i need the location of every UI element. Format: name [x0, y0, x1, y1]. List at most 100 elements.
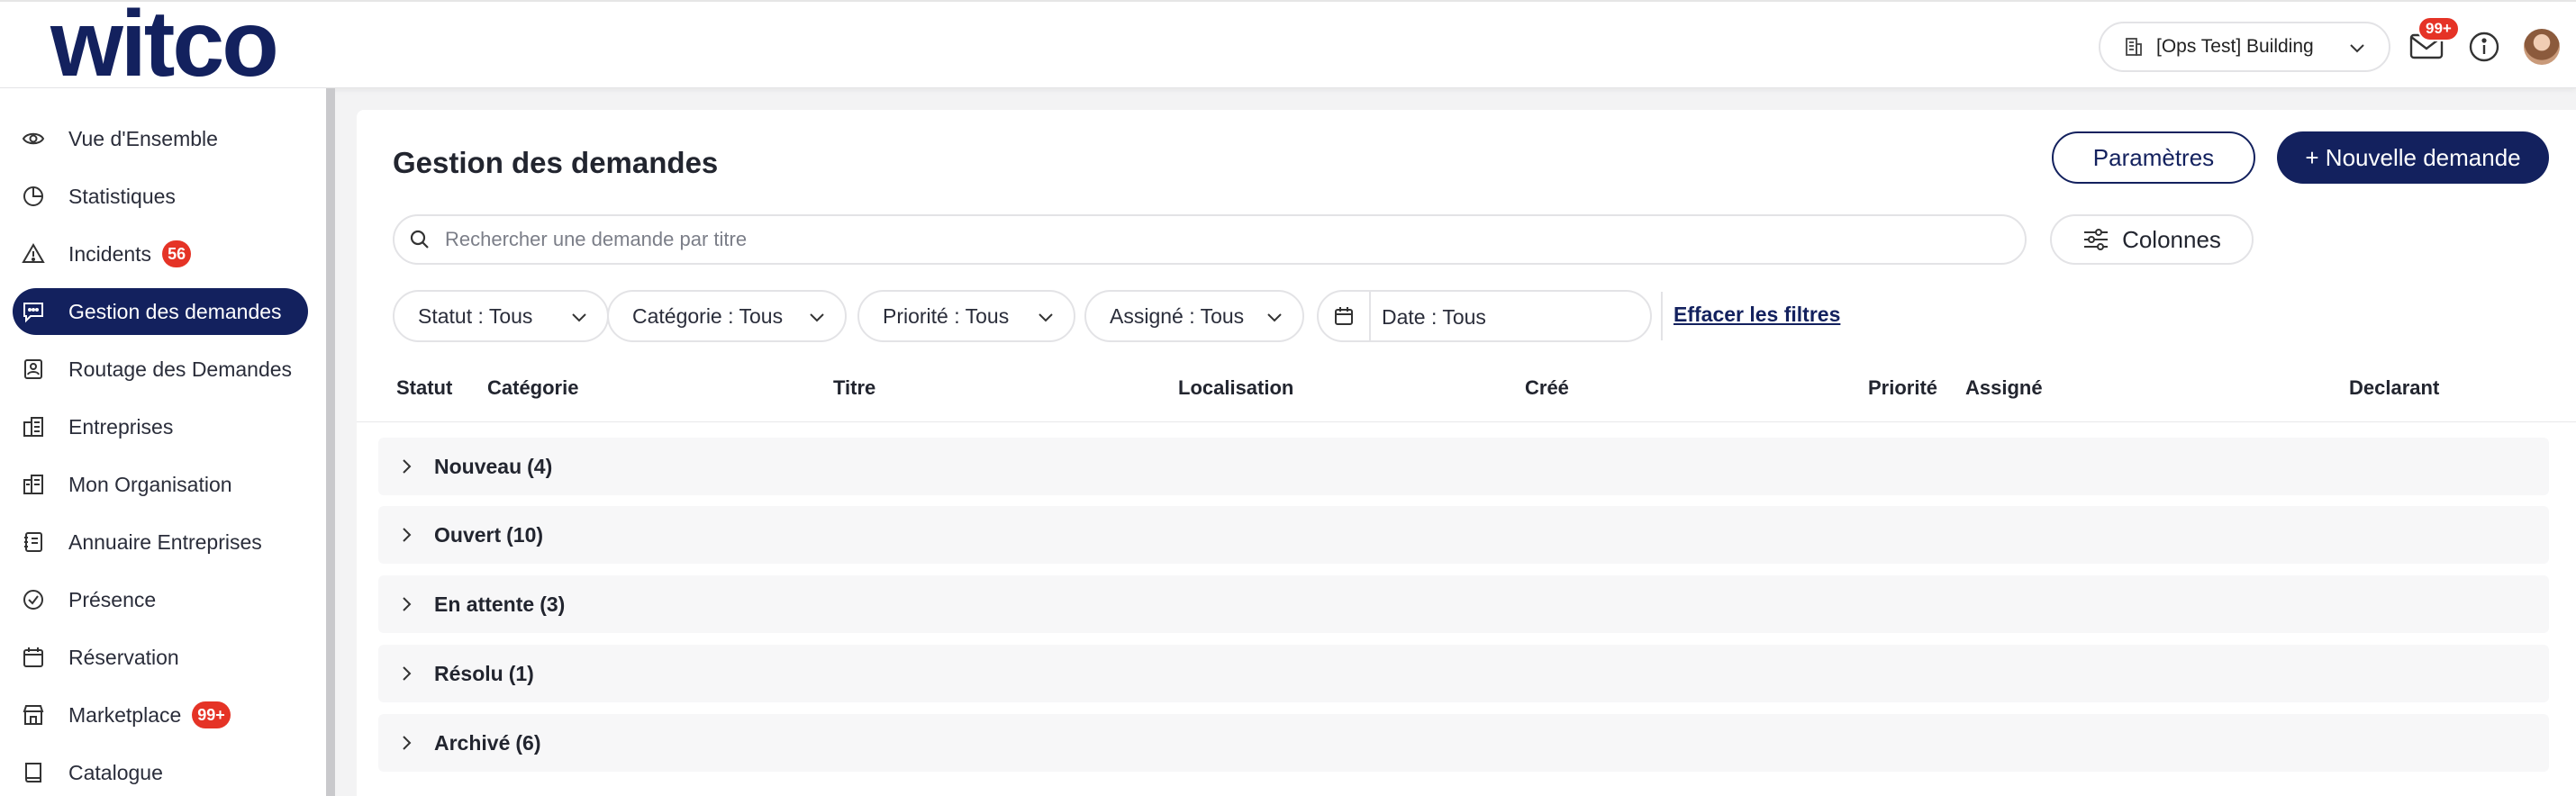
group-count: (10): [506, 522, 544, 547]
columns-button[interactable]: Colonnes: [2050, 214, 2254, 265]
sidebar: Vue d'Ensemble Statistiques Incidents 56…: [0, 88, 326, 796]
group-row-resolu[interactable]: Résolu (1): [378, 645, 2549, 702]
column-header-priorite[interactable]: Priorité: [1868, 376, 1937, 400]
group-label: En attente: [434, 592, 535, 616]
building-select-label: [Ops Test] Building: [2156, 36, 2314, 57]
sidebar-item-vue-ensemble[interactable]: Vue d'Ensemble: [13, 115, 308, 162]
parametres-button[interactable]: Paramètres: [2052, 131, 2255, 184]
assigned-filter-label: Assigné : Tous: [1110, 303, 1245, 328]
witco-logo[interactable]: witco: [50, 0, 279, 91]
group-label: Ouvert: [434, 522, 502, 547]
routing-icon: [22, 357, 45, 381]
sidebar-item-reservation[interactable]: Réservation: [13, 634, 308, 681]
sidebar-item-label: Incidents: [68, 241, 152, 266]
chevron-down-icon: [569, 307, 589, 327]
filter-divider: [1661, 292, 1663, 340]
sidebar-item-label: Marketplace: [68, 702, 182, 727]
group-row-archive[interactable]: Archivé (6): [378, 714, 2549, 772]
book-icon: [22, 761, 45, 784]
column-header-statut[interactable]: Statut: [396, 376, 452, 400]
sidebar-item-label: Entreprises: [68, 414, 174, 439]
clear-filters-link[interactable]: Effacer les filtres: [1673, 303, 1840, 327]
priority-filter[interactable]: Priorité : Tous: [857, 290, 1075, 342]
chevron-right-icon: [396, 733, 416, 753]
assigned-filter[interactable]: Assigné : Tous: [1084, 290, 1304, 342]
warning-icon: [22, 242, 45, 266]
column-header-localisation[interactable]: Localisation: [1178, 376, 1293, 400]
status-filter[interactable]: Statut : Tous: [393, 290, 609, 342]
sidebar-item-label: Statistiques: [68, 184, 176, 208]
building-select[interactable]: [Ops Test] Building: [2099, 22, 2390, 72]
main-panel: Gestion des demandes Paramètres + Nouvel…: [357, 110, 2576, 796]
sidebar-item-label: Mon Organisation: [68, 472, 232, 496]
search-input[interactable]: Rechercher une demande par titre: [393, 214, 2027, 265]
search-icon: [409, 229, 431, 250]
eye-icon: [22, 127, 45, 150]
group-row-ouvert[interactable]: Ouvert (10): [378, 506, 2549, 564]
sidebar-item-gestion-demandes[interactable]: Gestion des demandes: [13, 288, 308, 335]
sidebar-item-presence[interactable]: Présence: [13, 576, 308, 623]
chevron-right-icon: [396, 664, 416, 683]
chevron-down-icon: [807, 307, 827, 327]
category-filter[interactable]: Catégorie : Tous: [607, 290, 847, 342]
new-request-button[interactable]: + Nouvelle demande: [2277, 131, 2549, 184]
category-filter-label: Catégorie : Tous: [632, 303, 784, 328]
chevron-right-icon: [396, 594, 416, 614]
message-icon: [22, 300, 45, 323]
chevron-right-icon: [396, 457, 416, 476]
column-header-categorie[interactable]: Catégorie: [487, 376, 578, 400]
column-header-assigne[interactable]: Assigné: [1965, 376, 2043, 400]
sidebar-item-label: Gestion des demandes: [68, 299, 282, 323]
sidebar-item-incidents[interactable]: Incidents 56: [13, 231, 308, 277]
sidebar-item-entreprises[interactable]: Entreprises: [13, 403, 308, 450]
date-filter-label: Date : Tous: [1382, 305, 1486, 329]
organisation-icon: [22, 473, 45, 496]
sidebar-item-statistiques[interactable]: Statistiques: [13, 173, 308, 220]
group-row-nouveau[interactable]: Nouveau (4): [378, 438, 2549, 495]
building-icon: [22, 415, 45, 439]
chevron-down-icon: [2347, 38, 2367, 58]
columns-button-label: Colonnes: [2122, 225, 2221, 253]
status-filter-label: Statut : Tous: [418, 303, 533, 328]
sidebar-item-label: Réservation: [68, 645, 179, 669]
page-title: Gestion des demandes: [393, 146, 719, 179]
sidebar-item-mon-organisation[interactable]: Mon Organisation: [13, 461, 308, 508]
calendar-icon: [22, 646, 45, 669]
group-row-en-attente[interactable]: En attente (3): [378, 575, 2549, 633]
group-count: (6): [515, 730, 541, 755]
info-icon[interactable]: [2468, 31, 2500, 63]
calendar-icon: [1319, 292, 1371, 340]
incidents-count-badge: 56: [162, 240, 192, 267]
column-header-cree[interactable]: Créé: [1525, 376, 1569, 400]
chevron-down-icon: [1036, 307, 1056, 327]
sidebar-item-routage[interactable]: Routage des Demandes: [13, 346, 308, 393]
check-circle-icon: [22, 588, 45, 611]
marketplace-count-badge: 99+: [192, 701, 231, 728]
top-bar: witco [Ops Test] Building 99+: [0, 0, 2576, 91]
chevron-right-icon: [396, 525, 416, 545]
pie-chart-icon: [22, 185, 45, 208]
group-count: (4): [527, 454, 553, 478]
column-header-titre[interactable]: Titre: [833, 376, 875, 400]
search-placeholder: Rechercher une demande par titre: [445, 228, 748, 250]
directory-icon: [22, 530, 45, 554]
sidebar-item-catalogue[interactable]: Catalogue: [13, 749, 308, 796]
sidebar-item-label: Vue d'Ensemble: [68, 126, 218, 150]
sidebar-item-label: Catalogue: [68, 760, 163, 784]
sidebar-item-label: Annuaire Entreprises: [68, 529, 262, 554]
avatar[interactable]: [2524, 29, 2560, 65]
mail-badge: 99+: [2417, 16, 2460, 41]
sidebar-item-marketplace[interactable]: Marketplace 99+: [13, 692, 308, 738]
priority-filter-label: Priorité : Tous: [883, 303, 1010, 328]
group-count: (1): [508, 661, 534, 685]
sidebar-item-annuaire[interactable]: Annuaire Entreprises: [13, 519, 308, 565]
date-filter[interactable]: Date : Tous: [1317, 290, 1652, 342]
column-header-declarant[interactable]: Declarant: [2349, 376, 2439, 400]
sidebar-item-label: Présence: [68, 587, 157, 611]
chevron-down-icon: [1265, 307, 1284, 327]
table-header-divider: [357, 421, 2576, 422]
sidebar-scrollbar[interactable]: [326, 88, 335, 796]
group-label: Résolu: [434, 661, 503, 685]
building-icon: [2124, 37, 2144, 57]
sliders-icon: [2082, 228, 2109, 251]
